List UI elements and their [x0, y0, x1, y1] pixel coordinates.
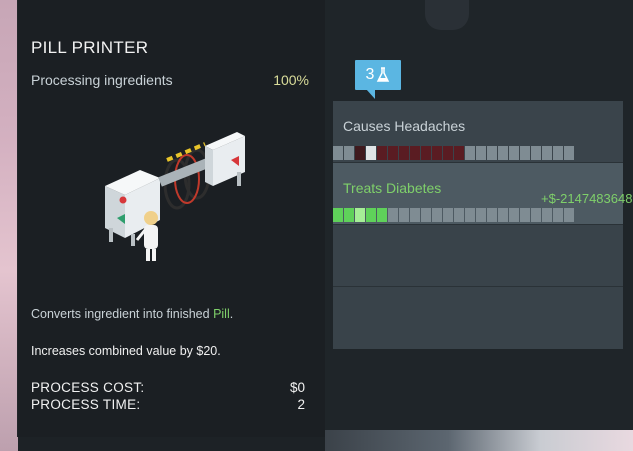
effect-value: +$-2147483648	[541, 191, 633, 206]
effects-list: Causes Headaches Treats Diabetes +$-2147…	[333, 101, 632, 349]
bar-cell	[388, 208, 398, 222]
effects-count-badge: 3	[355, 60, 401, 90]
background-floor-bottom	[325, 430, 633, 451]
machine-description: Converts ingredient into finished Pill.	[31, 307, 234, 321]
bar-cell	[454, 208, 464, 222]
effect-row: Causes Headaches	[333, 101, 623, 163]
machine-status: Processing ingredients	[31, 72, 173, 88]
bar-cell	[465, 146, 475, 160]
bar-cell	[377, 208, 387, 222]
bar-cell	[454, 146, 464, 160]
machine-progress-percent: 100%	[273, 72, 309, 88]
bar-cell	[355, 208, 365, 222]
pill-printer-machine-icon	[105, 132, 245, 261]
bar-cell	[399, 208, 409, 222]
bar-cell	[432, 208, 442, 222]
effect-strength-bar	[333, 146, 574, 160]
bar-cell	[421, 208, 431, 222]
bar-cell	[487, 208, 497, 222]
bar-cell	[553, 208, 563, 222]
background-pipe	[425, 0, 469, 30]
process-cost-value: $0	[289, 380, 305, 395]
machine-value-description: Increases combined value by $20.	[31, 344, 221, 358]
bar-cell	[465, 208, 475, 222]
bar-cell	[344, 208, 354, 222]
machine-info-panel: PILL PRINTER Processing ingredients 100%…	[17, 0, 325, 437]
bar-cell	[487, 146, 497, 160]
bar-cell	[443, 208, 453, 222]
bar-cell	[344, 146, 354, 160]
bar-cell	[399, 146, 409, 160]
bar-cell	[333, 208, 343, 222]
bar-cell	[542, 208, 552, 222]
badge-pointer	[366, 89, 375, 99]
bar-cell	[377, 146, 387, 160]
bar-cell	[432, 146, 442, 160]
flask-icon	[377, 67, 390, 82]
bar-cell	[509, 146, 519, 160]
bar-cell	[564, 146, 574, 160]
bar-cell	[553, 146, 563, 160]
bar-cell	[366, 208, 376, 222]
effect-strength-bar	[333, 208, 574, 222]
effect-row: Treats Diabetes +$-2147483648	[333, 163, 632, 225]
bar-cell	[410, 208, 420, 222]
effects-count: 3	[365, 66, 375, 83]
bar-cell	[498, 208, 508, 222]
bar-cell	[520, 208, 530, 222]
bar-cell	[564, 208, 574, 222]
process-time-label: PROCESS TIME:	[31, 397, 141, 412]
output-item-name: Pill	[213, 307, 230, 321]
bar-cell	[476, 146, 486, 160]
bar-cell	[333, 146, 343, 160]
bar-cell	[542, 146, 552, 160]
machine-title: PILL PRINTER	[31, 38, 149, 57]
bar-cell	[421, 146, 431, 160]
bar-cell	[498, 146, 508, 160]
bar-cell	[509, 208, 519, 222]
bar-cell	[520, 146, 530, 160]
bar-cell	[366, 146, 376, 160]
background-floor-left	[0, 0, 18, 451]
process-cost-label: PROCESS COST:	[31, 380, 145, 395]
bar-cell	[476, 208, 486, 222]
empty-effect-row	[333, 287, 623, 349]
bar-cell	[410, 146, 420, 160]
process-time-value: 2	[297, 397, 305, 412]
bar-cell	[531, 208, 541, 222]
bar-cell	[443, 146, 453, 160]
effect-name: Treats Diabetes	[343, 180, 442, 196]
bar-cell	[355, 146, 365, 160]
bar-cell	[531, 146, 541, 160]
effect-name: Causes Headaches	[343, 118, 466, 134]
bar-cell	[388, 146, 398, 160]
empty-effect-row	[333, 225, 623, 287]
